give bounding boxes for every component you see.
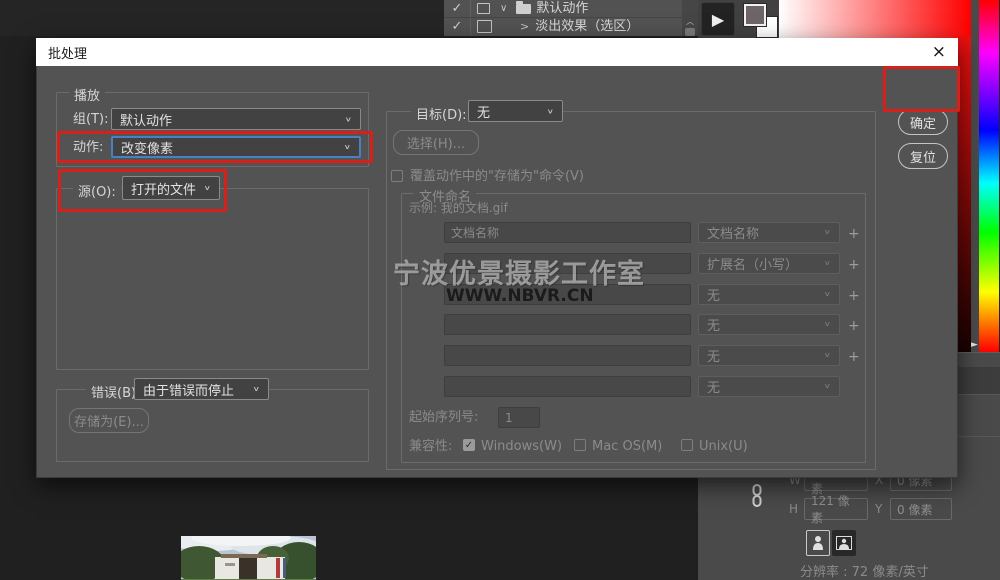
compat-unix-label: Unix(U) — [699, 440, 748, 453]
naming-select: 无∨ — [698, 284, 840, 305]
y-field[interactable]: 0 像素 — [890, 498, 952, 520]
resolution-value: 分辨率 : 72 像素/英寸 — [800, 566, 929, 579]
actions-panel: ✓ ∨ 默认动作 ✓ > 淡出效果（选区） — [444, 0, 682, 36]
chevron-down-icon: ∨ — [824, 260, 831, 268]
save-as-button: 存储为(E)... — [69, 408, 149, 433]
add-naming-icon: + — [848, 288, 860, 304]
annotation-ok-button — [883, 66, 960, 112]
color-picker-gap — [971, 0, 979, 352]
relative-image-button[interactable] — [832, 530, 856, 556]
chevron-right-icon[interactable]: > — [520, 21, 529, 32]
chevron-down-icon: ∨ — [824, 321, 831, 329]
dialog-title: 批处理 — [48, 43, 87, 62]
chevron-down-icon: ∨ — [824, 291, 831, 299]
screenshot-root: ✓ ∨ 默认动作 ✓ > 淡出效果（选区） ︿ ▶ ► — [0, 0, 1000, 580]
height-field[interactable]: 121 像素 — [804, 498, 868, 520]
naming-select-value: 扩展名（小写） — [707, 254, 798, 273]
override-label: 覆盖动作中的"存储为"命令(V) — [410, 170, 584, 183]
chevron-down-icon: ∨ — [824, 383, 831, 391]
panel-divider — [470, 18, 471, 35]
play-icon: ▶ — [712, 10, 724, 29]
add-naming-icon: + — [848, 318, 860, 334]
annotation-source-row — [58, 169, 227, 212]
reset-button[interactable]: 复位 — [898, 143, 948, 169]
source-group-box — [56, 188, 369, 370]
watermark-url: WWW.NBVR.CN — [446, 286, 594, 306]
set-dropdown[interactable]: 默认动作 ∨ — [111, 108, 361, 130]
naming-select: 无∨ — [698, 345, 840, 366]
naming-select: 无∨ — [698, 376, 840, 397]
compat-windows-label: Windows(W) — [481, 440, 562, 453]
naming-select: 无∨ — [698, 314, 840, 335]
set-label: 组(T): — [73, 113, 108, 126]
action-check-icon[interactable]: ✓ — [444, 20, 470, 33]
naming-field — [444, 376, 691, 397]
naming-select-value: 无 — [707, 346, 720, 365]
actions-scrollbar[interactable]: ︿ — [682, 0, 698, 36]
destination-label: 目标(D): — [411, 104, 472, 123]
serial-number-label: 起始序列号: — [409, 411, 478, 424]
hue-slider[interactable] — [979, 0, 999, 352]
action-set-label[interactable]: 默认动作 — [536, 2, 588, 15]
chevron-down-icon: ∨ — [345, 115, 352, 123]
naming-select: 扩展名（小写） ∨ — [698, 253, 840, 274]
compat-windows-checkbox: ✓ — [463, 439, 475, 451]
scroll-up-icon[interactable]: ︿ — [682, 18, 698, 26]
chevron-down-icon[interactable]: ∨ — [500, 4, 507, 14]
person-icon — [812, 535, 824, 551]
naming-select-value: 无 — [707, 315, 720, 334]
set-value: 默认动作 — [120, 110, 172, 129]
override-checkbox — [391, 170, 403, 182]
naming-select: 文档名称 ∨ — [698, 222, 840, 243]
relative-person-button[interactable] — [806, 530, 830, 556]
dialog-titlebar[interactable]: 批处理 × — [36, 38, 958, 66]
file-naming-example: 示例: 我的文档.gif — [409, 202, 508, 214]
add-naming-icon: + — [848, 226, 860, 242]
folder-icon — [516, 4, 531, 14]
dialog-toggle-icon[interactable] — [477, 3, 490, 14]
destination-value: 无 — [477, 102, 490, 121]
add-naming-icon: + — [848, 349, 860, 365]
serial-number-field: 1 — [498, 407, 540, 428]
person-in-frame-icon — [836, 536, 852, 550]
naming-select-value: 无 — [707, 377, 720, 396]
annotation-action-row — [57, 131, 373, 163]
play-group-label: 播放 — [69, 85, 105, 104]
y-label: Y — [875, 503, 882, 515]
panel-divider — [470, 0, 471, 17]
naming-select-value: 文档名称 — [707, 223, 759, 242]
foreground-color-swatch[interactable] — [744, 4, 766, 26]
action-item-label[interactable]: 淡出效果（选区） — [535, 20, 639, 33]
chevron-down-icon: ∨ — [253, 385, 260, 393]
naming-field — [444, 314, 691, 335]
compat-macos-label: Mac OS(M) — [592, 440, 662, 453]
color-field-gradient[interactable] — [779, 0, 971, 38]
scrollbar-thumb[interactable] — [685, 28, 695, 36]
choose-button: 选择(H)... — [393, 130, 479, 155]
chevron-down-icon: ∨ — [547, 107, 554, 115]
play-button[interactable]: ▶ — [701, 2, 735, 36]
naming-field: 文档名称 — [444, 222, 691, 243]
error-dropdown[interactable]: 由于错误而停止 ∨ — [134, 378, 269, 400]
close-icon[interactable]: × — [932, 42, 946, 62]
hue-slider-marker[interactable]: ► — [971, 340, 978, 350]
chevron-down-icon: ∨ — [824, 352, 831, 360]
add-naming-icon: + — [848, 257, 860, 273]
compat-unix-checkbox — [681, 439, 693, 451]
destination-dropdown[interactable]: 无 ∨ — [468, 100, 563, 122]
dialog-toggle-icon[interactable] — [477, 20, 492, 33]
action-check-icon[interactable]: ✓ — [444, 2, 470, 15]
action-row-default-actions[interactable]: ✓ ∨ 默认动作 — [444, 0, 682, 18]
naming-select-value: 无 — [707, 285, 720, 304]
compatibility-label: 兼容性: — [409, 440, 452, 453]
document-thumbnail — [181, 536, 316, 580]
naming-field — [444, 345, 691, 366]
action-row-fade-effect[interactable]: ✓ > 淡出效果（选区） — [444, 18, 682, 35]
compat-macos-checkbox — [574, 439, 586, 451]
link-dimensions-icon[interactable] — [750, 483, 764, 509]
height-label: H — [789, 503, 798, 515]
ok-button[interactable]: 确定 — [898, 109, 948, 135]
error-value: 由于错误而停止 — [143, 380, 234, 399]
chevron-down-icon: ∨ — [824, 229, 831, 237]
